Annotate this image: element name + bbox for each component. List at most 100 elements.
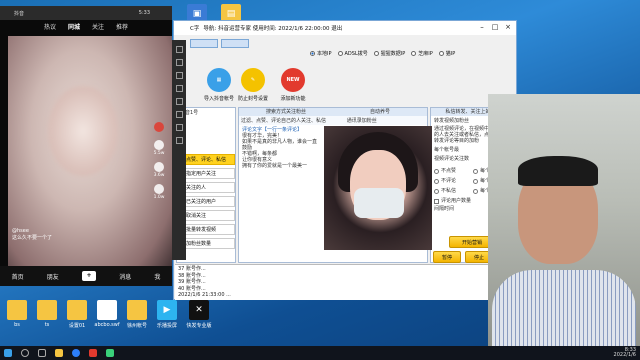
field-label: 视频评论关注数 bbox=[434, 156, 470, 162]
desktop-icon-kuaifa[interactable]: ✕ 快发专业版 bbox=[182, 300, 216, 329]
webcam-overlay bbox=[488, 94, 640, 360]
phone-tool-sidebar bbox=[172, 40, 186, 260]
opt-no-dm[interactable]: 不私信 bbox=[434, 188, 473, 194]
start-icon[interactable] bbox=[4, 349, 12, 357]
toolbar-button-1[interactable] bbox=[190, 39, 218, 48]
preview-mask bbox=[354, 188, 404, 218]
radio-label: 猩猩数据IP bbox=[380, 51, 406, 57]
opt-label: 不评论 bbox=[441, 178, 457, 184]
phone-title: 抖音 bbox=[14, 10, 25, 17]
opt-label: 不点赞 bbox=[441, 168, 457, 174]
close-button[interactable]: × bbox=[502, 22, 514, 32]
phone-titlebar: 抖音 5:33 bbox=[0, 6, 172, 20]
share-icon[interactable] bbox=[154, 184, 164, 194]
nav-home[interactable]: 首页 bbox=[12, 272, 24, 281]
ip-mode-radio-group: 本地IP ADSL拨号 猩猩数据IP 芝麻IP 猫IP bbox=[310, 50, 455, 57]
add-feature-button[interactable]: NEW 添加新功能 bbox=[270, 68, 316, 102]
tab-search-follow[interactable]: 搜索方式关注粉丝 bbox=[239, 108, 333, 116]
video-feed-tabs: 热议 同城 关注 推荐 bbox=[0, 22, 172, 31]
tool-icon[interactable] bbox=[175, 98, 183, 105]
followed-people-button[interactable]: 关注的人 bbox=[181, 182, 235, 193]
avatar[interactable] bbox=[154, 122, 164, 132]
folder-icon bbox=[127, 300, 147, 320]
toolbar-button-2[interactable] bbox=[221, 39, 249, 48]
like-comment-dm-button[interactable]: 点赞、评论、私信 bbox=[181, 154, 235, 165]
checkbox-icon bbox=[434, 198, 439, 204]
taskview-icon[interactable] bbox=[38, 349, 46, 357]
desktop-icon-ts[interactable]: ts bbox=[30, 300, 64, 328]
radio-adsl[interactable]: ADSL拨号 bbox=[337, 50, 368, 57]
app-taskbar-icon[interactable] bbox=[89, 349, 97, 357]
tool-icon[interactable] bbox=[175, 85, 183, 92]
tool-icon[interactable] bbox=[175, 124, 183, 131]
tool-icon[interactable] bbox=[175, 72, 183, 79]
radio-xingxing[interactable]: 猩猩数据IP bbox=[373, 50, 406, 57]
tool-icon[interactable] bbox=[175, 46, 183, 53]
opt-no-like[interactable]: 不点赞 bbox=[434, 168, 473, 174]
radio-label: 猫IP bbox=[445, 51, 456, 57]
folder-icon bbox=[37, 300, 57, 320]
tab-nearby[interactable]: 同城 bbox=[68, 22, 80, 31]
nav-me[interactable]: 我 bbox=[154, 272, 160, 281]
add-fans-button[interactable]: 加粉丝数量 bbox=[181, 238, 235, 249]
create-video-button[interactable]: + bbox=[82, 271, 96, 281]
desktop-icon-lebo[interactable]: ▶ 乐播投屏 bbox=[150, 300, 184, 329]
phone-status-time: 5:33 bbox=[138, 10, 150, 16]
comment-count: 3.6w bbox=[153, 173, 165, 178]
opt-label: 不私信 bbox=[441, 188, 457, 194]
radio-zhima[interactable]: 芝麻IP bbox=[411, 50, 433, 57]
subtab-filter[interactable]: 过滤、点赞、评论自己的人关注、私信 bbox=[239, 116, 345, 125]
app-taskbar-icon[interactable] bbox=[106, 349, 114, 357]
desktop-icon-label: 快发专业版 bbox=[186, 323, 212, 329]
search-icon[interactable] bbox=[21, 349, 29, 357]
anti-ban-settings-label: 防止封号设置 bbox=[237, 96, 268, 102]
pause-button[interactable]: 暂停 bbox=[433, 251, 461, 263]
app-title: 导航: 抖音运营专家 使用时间: 2022/1/6 22:00:00 退出 bbox=[203, 26, 343, 32]
tab-auto-nurture[interactable]: 自动养号 bbox=[333, 108, 427, 116]
desktop-icon-swf[interactable]: abcbo.swf bbox=[90, 300, 124, 328]
radio-mao[interactable]: 猫IP bbox=[438, 50, 456, 57]
radio-label: ADSL拨号 bbox=[344, 51, 368, 57]
checkbox-label: 评论用户数量 bbox=[441, 198, 472, 204]
follow-user-button[interactable]: 指定用户关注 bbox=[181, 168, 235, 179]
tab-following[interactable]: 关注 bbox=[92, 22, 104, 31]
batch-forward-button[interactable]: 批量转发视频 bbox=[181, 224, 235, 235]
folder-icon bbox=[67, 300, 87, 320]
like-count: 5.5w bbox=[153, 151, 165, 156]
subtab-contacts[interactable]: 通讯录加粉丝 bbox=[345, 116, 427, 125]
desktop-icon-bs[interactable]: bs bbox=[0, 300, 34, 328]
opt-no-comment[interactable]: 不评论 bbox=[434, 178, 473, 184]
video-caption: @hsee 这么久不要一个了 bbox=[12, 228, 52, 242]
minimize-button[interactable]: – bbox=[476, 22, 488, 32]
tool-icon[interactable] bbox=[175, 137, 183, 144]
nav-messages[interactable]: 消息 bbox=[119, 272, 131, 281]
desktop-icon-settings[interactable]: 设置01 bbox=[60, 300, 94, 329]
maximize-button[interactable]: □ bbox=[489, 22, 501, 32]
browser-icon[interactable] bbox=[72, 349, 80, 357]
video-caption-text: 这么久不要一个了 bbox=[12, 235, 53, 241]
followed-users-button[interactable]: 已关注的用户 bbox=[181, 196, 235, 207]
desktop-icon-accounts[interactable]: 徐州帐号 bbox=[120, 300, 154, 329]
radio-dot-icon bbox=[473, 178, 478, 184]
desktop-icon-label: 设置01 bbox=[68, 323, 86, 329]
clock[interactable]: 8:33 2022/1/6 bbox=[614, 348, 636, 358]
radio-local-ip[interactable]: 本地IP bbox=[310, 50, 332, 57]
folder-icon bbox=[7, 300, 27, 320]
tool-icon[interactable] bbox=[175, 59, 183, 66]
explorer-icon[interactable] bbox=[55, 349, 63, 357]
app-title-prefix: C字 bbox=[190, 26, 200, 32]
comment-text-area[interactable]: 评论文字【一行一条评论】 很有才华，完美！ 如果不是真的非凡人物，谁会一直鼓励 … bbox=[239, 125, 323, 171]
app-titlebar: C字 导航: 抖音运营专家 使用时间: 2022/1/6 22:00:00 退出 bbox=[174, 21, 516, 35]
tool-icon[interactable] bbox=[175, 111, 183, 118]
desktop-icon-label: bs bbox=[14, 322, 20, 328]
tab-recommend[interactable]: 推荐 bbox=[116, 22, 128, 31]
heart-icon[interactable] bbox=[154, 140, 164, 150]
tab-hot[interactable]: 热议 bbox=[44, 22, 56, 31]
radio-dot-icon bbox=[438, 51, 444, 56]
comment-icon[interactable] bbox=[154, 162, 164, 172]
nav-friends[interactable]: 朋友 bbox=[47, 272, 59, 281]
video-author[interactable]: @hsee bbox=[12, 228, 52, 235]
unfollow-button[interactable]: 取消关注 bbox=[181, 210, 235, 221]
radio-dot-icon bbox=[373, 51, 379, 56]
log-panel: 37 账号作... 38 账号作... 39 账号作... 40 账号作... … bbox=[175, 264, 495, 300]
